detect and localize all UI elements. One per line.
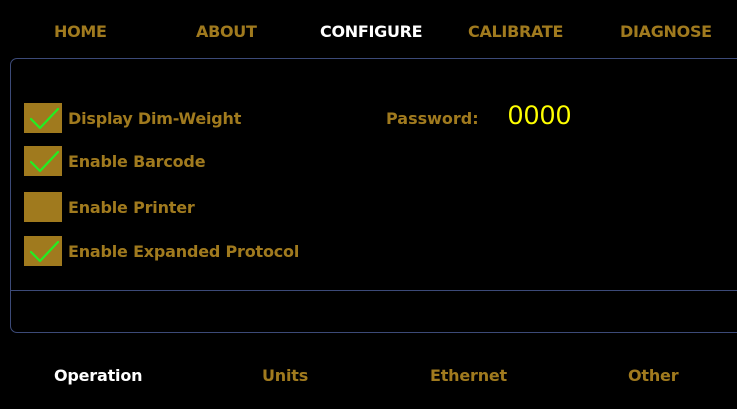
nav-about[interactable]: ABOUT <box>196 22 257 41</box>
nav-home[interactable]: HOME <box>54 22 107 41</box>
option-display-dim-weight[interactable]: Display Dim-Weight <box>24 103 241 133</box>
enable-expanded-protocol-checkbox[interactable] <box>24 236 62 266</box>
panel-divider <box>10 290 737 291</box>
option-enable-printer[interactable]: Enable Printer <box>24 192 195 222</box>
nav-configure[interactable]: CONFIGURE <box>320 22 423 41</box>
option-enable-barcode[interactable]: Enable Barcode <box>24 146 206 176</box>
enable-printer-label: Enable Printer <box>68 197 195 217</box>
tab-ethernet[interactable]: Ethernet <box>430 366 507 385</box>
tab-other[interactable]: Other <box>628 366 679 385</box>
top-navigation: HOME ABOUT CONFIGURE CALIBRATE DIAGNOSE <box>0 0 737 58</box>
password-label: Password: <box>386 109 479 128</box>
enable-barcode-checkbox[interactable] <box>24 146 62 176</box>
nav-calibrate[interactable]: CALIBRATE <box>468 22 563 41</box>
checkmark-icon <box>29 150 60 173</box>
enable-barcode-label: Enable Barcode <box>68 151 206 171</box>
enable-expanded-protocol-label: Enable Expanded Protocol <box>68 241 300 261</box>
tab-units[interactable]: Units <box>262 366 308 385</box>
enable-printer-checkbox[interactable] <box>24 192 62 222</box>
display-dim-weight-checkbox[interactable] <box>24 103 62 133</box>
checkmark-icon <box>29 240 60 263</box>
display-dim-weight-label: Display Dim-Weight <box>68 108 242 128</box>
checkmark-icon <box>29 107 60 130</box>
nav-diagnose[interactable]: DIAGNOSE <box>620 22 712 41</box>
option-enable-expanded-protocol[interactable]: Enable Expanded Protocol <box>24 236 299 266</box>
tab-operation[interactable]: Operation <box>54 366 143 385</box>
password-value[interactable]: 0000 <box>508 100 572 131</box>
